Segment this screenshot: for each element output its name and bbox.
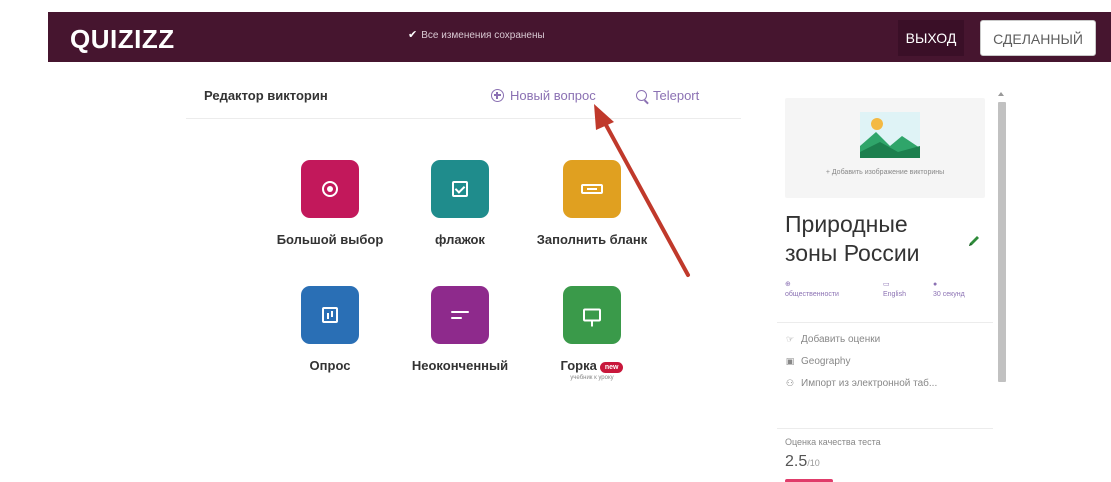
qtype-checkbox[interactable]: флажок: [395, 160, 525, 247]
quiz-meta: ⊕ общественности ▭ English ● 30 секунд: [785, 280, 985, 308]
header-bar: QUIZIZZ ✔ Все изменения сохранены ВЫХОД С…: [48, 12, 1111, 62]
scroll-thumb[interactable]: [998, 102, 1006, 382]
quality-label: Оценка качества теста: [785, 437, 881, 447]
qtype-sublabel: учебник к уроку: [570, 375, 614, 381]
add-grades-label: Добавить оценки: [801, 334, 881, 345]
import-label: Импорт из электронной таб...: [801, 378, 938, 389]
quiz-quality-box: Оценка качества теста 2.5/10: [777, 428, 993, 482]
qtype-label: флажок: [435, 232, 485, 247]
visibility-label: общественности: [785, 291, 839, 298]
plus-circle-icon: [491, 89, 504, 102]
quizizz-logo[interactable]: QUIZIZZ: [70, 24, 175, 55]
cover-image-upload[interactable]: + Добавить изображение викторины: [785, 98, 985, 198]
slide-icon: [583, 308, 601, 327]
editor-title: Редактор викторин: [204, 88, 328, 103]
qtype-slide[interactable]: Горка new учебник к уроку: [527, 286, 657, 381]
panel-scrollbar[interactable]: [996, 88, 1008, 482]
visibility-meta[interactable]: ⊕ общественности: [785, 280, 839, 300]
import-spreadsheet-link[interactable]: ⚇ Импорт из электронной таб...: [785, 378, 937, 389]
open-ended-icon: [451, 309, 469, 321]
qtype-label: Большой выбор: [276, 232, 384, 247]
top-bar: QUIZIZZ ✔ Все изменения сохранены ВЫХОД С…: [0, 0, 1111, 80]
clock-icon: ●: [933, 281, 938, 288]
quality-score-value: 2.5: [785, 453, 808, 470]
subject-link[interactable]: ▣ Geography: [785, 356, 851, 367]
quality-score: 2.5/10: [785, 453, 820, 471]
time-meta[interactable]: ● 30 секунд: [933, 280, 973, 300]
save-status: ✔ Все изменения сохранены: [408, 28, 545, 41]
save-status-text: Все изменения сохранены: [421, 30, 545, 41]
quiz-title: Природные зоны России: [785, 211, 920, 266]
image-placeholder-icon: [860, 112, 920, 158]
pencil-icon[interactable]: [967, 234, 981, 248]
language-meta[interactable]: ▭ English: [883, 280, 906, 300]
poll-tile[interactable]: [301, 286, 359, 344]
done-button[interactable]: СДЕЛАННЫЙ: [980, 20, 1096, 56]
poll-icon: [322, 307, 338, 323]
add-cover-text: + Добавить изображение викторины: [825, 169, 945, 176]
qtype-label: Опрос: [309, 358, 351, 373]
check-icon: ✔: [408, 29, 418, 41]
exit-button[interactable]: ВЫХОД: [898, 20, 964, 56]
language-icon: ▭: [883, 281, 890, 288]
book-icon: ▣: [785, 356, 795, 366]
qtype-label: Неоконченный: [411, 358, 509, 373]
globe-icon: ⊕: [785, 281, 791, 288]
quality-score-max: /10: [807, 458, 820, 468]
language-label: English: [883, 291, 906, 298]
qtype-open-ended[interactable]: Неоконченный: [395, 286, 525, 373]
divider: [777, 322, 993, 323]
open-ended-tile[interactable]: [431, 286, 489, 344]
hand-icon: ☞: [785, 334, 795, 344]
annotation-arrow: [594, 104, 690, 277]
multiple-choice-tile[interactable]: [301, 160, 359, 218]
scroll-up-arrow[interactable]: [998, 92, 1004, 96]
qtype-poll[interactable]: Опрос: [265, 286, 395, 373]
checkbox-icon: [452, 181, 468, 197]
qtype-label: Горка: [560, 358, 597, 373]
import-icon: ⚇: [785, 378, 795, 388]
new-badge: new: [599, 362, 624, 373]
quiz-settings-panel: + Добавить изображение викторины Природн…: [777, 90, 993, 482]
qtype-multiple-choice[interactable]: Большой выбор: [265, 160, 395, 247]
qtype-label-wrap: Горка new: [527, 358, 657, 373]
time-label: 30 секунд: [933, 291, 965, 298]
multiple-choice-icon: [322, 181, 338, 197]
checkbox-tile[interactable]: [431, 160, 489, 218]
add-grades-link[interactable]: ☞ Добавить оценки: [785, 334, 880, 345]
subject-label: Geography: [801, 356, 851, 367]
slide-tile[interactable]: [563, 286, 621, 344]
